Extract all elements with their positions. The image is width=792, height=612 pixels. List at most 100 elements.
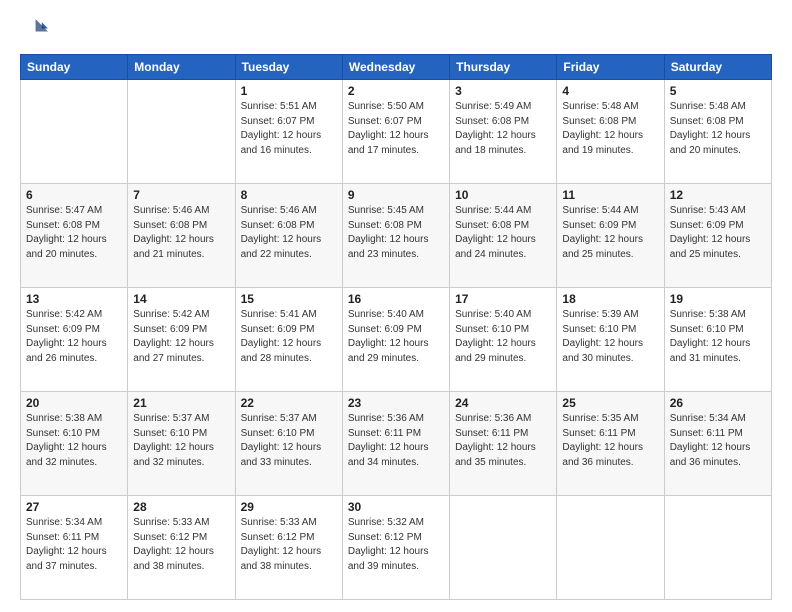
- day-info: Sunrise: 5:51 AM Sunset: 6:07 PM Dayligh…: [241, 100, 337, 158]
- day-number: 26: [670, 396, 766, 410]
- calendar-day-cell: 21Sunrise: 5:37 AM Sunset: 6:10 PM Dayli…: [128, 392, 235, 496]
- day-number: 15: [241, 292, 337, 306]
- calendar-day-cell: 16 Sunrise: 5:40 AM Sunset: 6:09 PM Dayli…: [342, 288, 449, 392]
- day-info: Sunrise: 5:42 AM Sunset: 6:09 PM Dayligh…: [26, 308, 122, 366]
- calendar-day-cell: 11 Sunrise: 5:44 AM Sunset: 6:09 PM Dayli…: [557, 184, 664, 288]
- day-number: 25: [562, 396, 658, 410]
- day-number: 18: [562, 292, 658, 306]
- day-info: Sunrise: 5:40 AM Sunset: 6:09 PM Dayligh…: [348, 308, 444, 366]
- day-of-week-header: Friday: [557, 55, 664, 80]
- calendar-day-cell: 15 Sunrise: 5:41 AM Sunset: 6:09 PM Dayli…: [235, 288, 342, 392]
- day-info: Sunrise: 5:44 AM Sunset: 6:09 PM Dayligh…: [562, 204, 658, 262]
- day-number: 23: [348, 396, 444, 410]
- day-number: 16: [348, 292, 444, 306]
- calendar-week-row: 6 Sunrise: 5:47 AM Sunset: 6:08 PM Daylig…: [21, 184, 772, 288]
- header: [20, 16, 772, 44]
- day-info: Sunrise: 5:50 AM Sunset: 6:07 PM Dayligh…: [348, 100, 444, 158]
- calendar-day-cell: 22 Sunrise: 5:37 AM Sunset: 6:10 PM Dayli…: [235, 392, 342, 496]
- day-number: 27: [26, 500, 122, 514]
- day-number: 4: [562, 84, 658, 98]
- calendar-day-cell: [128, 80, 235, 184]
- day-info: Sunrise: 5:42 AM Sunset: 6:09 PM Dayligh…: [133, 308, 229, 366]
- calendar-day-cell: 17 Sunrise: 5:40 AM Sunset: 6:10 PM Dayli…: [450, 288, 557, 392]
- day-number: 11: [562, 188, 658, 202]
- calendar-day-cell: 10Sunrise: 5:44 AM Sunset: 6:08 PM Dayli…: [450, 184, 557, 288]
- day-number: 5: [670, 84, 766, 98]
- calendar-day-cell: 18Sunrise: 5:39 AM Sunset: 6:10 PM Dayli…: [557, 288, 664, 392]
- day-number: 9: [348, 188, 444, 202]
- calendar-day-cell: 19 Sunrise: 5:38 AM Sunset: 6:10 PM Dayli…: [664, 288, 771, 392]
- header-row: SundayMondayTuesdayWednesdayThursdayFrid…: [21, 55, 772, 80]
- day-info: Sunrise: 5:37 AM Sunset: 6:10 PM Dayligh…: [133, 412, 229, 470]
- calendar-week-row: 20 Sunrise: 5:38 AM Sunset: 6:10 PM Dayli…: [21, 392, 772, 496]
- calendar-day-cell: 29 Sunrise: 5:33 AM Sunset: 6:12 PM Dayli…: [235, 496, 342, 600]
- calendar-day-cell: 9Sunrise: 5:45 AM Sunset: 6:08 PM Daylig…: [342, 184, 449, 288]
- day-of-week-header: Monday: [128, 55, 235, 80]
- day-info: Sunrise: 5:46 AM Sunset: 6:08 PM Dayligh…: [241, 204, 337, 262]
- day-info: Sunrise: 5:33 AM Sunset: 6:12 PM Dayligh…: [241, 516, 337, 574]
- day-number: 22: [241, 396, 337, 410]
- day-number: 30: [348, 500, 444, 514]
- calendar-week-row: 27 Sunrise: 5:34 AM Sunset: 6:11 PM Dayli…: [21, 496, 772, 600]
- day-info: Sunrise: 5:46 AM Sunset: 6:08 PM Dayligh…: [133, 204, 229, 262]
- calendar-week-row: 1 Sunrise: 5:51 AM Sunset: 6:07 PM Daylig…: [21, 80, 772, 184]
- day-number: 8: [241, 188, 337, 202]
- calendar-day-cell: 1 Sunrise: 5:51 AM Sunset: 6:07 PM Daylig…: [235, 80, 342, 184]
- day-info: Sunrise: 5:40 AM Sunset: 6:10 PM Dayligh…: [455, 308, 551, 366]
- calendar-day-cell: 28Sunrise: 5:33 AM Sunset: 6:12 PM Dayli…: [128, 496, 235, 600]
- calendar-week-row: 13 Sunrise: 5:42 AM Sunset: 6:09 PM Dayli…: [21, 288, 772, 392]
- calendar-day-cell: 20 Sunrise: 5:38 AM Sunset: 6:10 PM Dayli…: [21, 392, 128, 496]
- calendar-day-cell: 23 Sunrise: 5:36 AM Sunset: 6:11 PM Dayli…: [342, 392, 449, 496]
- day-info: Sunrise: 5:48 AM Sunset: 6:08 PM Dayligh…: [562, 100, 658, 158]
- day-number: 7: [133, 188, 229, 202]
- calendar-body: 1 Sunrise: 5:51 AM Sunset: 6:07 PM Daylig…: [21, 80, 772, 600]
- day-info: Sunrise: 5:35 AM Sunset: 6:11 PM Dayligh…: [562, 412, 658, 470]
- calendar-day-cell: 14 Sunrise: 5:42 AM Sunset: 6:09 PM Dayli…: [128, 288, 235, 392]
- day-info: Sunrise: 5:36 AM Sunset: 6:11 PM Dayligh…: [348, 412, 444, 470]
- day-info: Sunrise: 5:34 AM Sunset: 6:11 PM Dayligh…: [670, 412, 766, 470]
- calendar-day-cell: [557, 496, 664, 600]
- calendar-day-cell: 13 Sunrise: 5:42 AM Sunset: 6:09 PM Dayli…: [21, 288, 128, 392]
- calendar-day-cell: 12 Sunrise: 5:43 AM Sunset: 6:09 PM Dayli…: [664, 184, 771, 288]
- logo-icon: [20, 16, 48, 44]
- day-info: Sunrise: 5:32 AM Sunset: 6:12 PM Dayligh…: [348, 516, 444, 574]
- day-info: Sunrise: 5:41 AM Sunset: 6:09 PM Dayligh…: [241, 308, 337, 366]
- calendar-day-cell: 6 Sunrise: 5:47 AM Sunset: 6:08 PM Daylig…: [21, 184, 128, 288]
- day-info: Sunrise: 5:47 AM Sunset: 6:08 PM Dayligh…: [26, 204, 122, 262]
- day-info: Sunrise: 5:43 AM Sunset: 6:09 PM Dayligh…: [670, 204, 766, 262]
- day-number: 12: [670, 188, 766, 202]
- day-info: Sunrise: 5:37 AM Sunset: 6:10 PM Dayligh…: [241, 412, 337, 470]
- day-number: 20: [26, 396, 122, 410]
- calendar-day-cell: 24Sunrise: 5:36 AM Sunset: 6:11 PM Dayli…: [450, 392, 557, 496]
- day-number: 6: [26, 188, 122, 202]
- calendar-day-cell: [664, 496, 771, 600]
- calendar-day-cell: 27 Sunrise: 5:34 AM Sunset: 6:11 PM Dayli…: [21, 496, 128, 600]
- day-of-week-header: Tuesday: [235, 55, 342, 80]
- calendar-day-cell: 7 Sunrise: 5:46 AM Sunset: 6:08 PM Daylig…: [128, 184, 235, 288]
- day-of-week-header: Sunday: [21, 55, 128, 80]
- day-number: 17: [455, 292, 551, 306]
- day-number: 29: [241, 500, 337, 514]
- calendar-day-cell: 25 Sunrise: 5:35 AM Sunset: 6:11 PM Dayli…: [557, 392, 664, 496]
- day-info: Sunrise: 5:34 AM Sunset: 6:11 PM Dayligh…: [26, 516, 122, 574]
- day-number: 14: [133, 292, 229, 306]
- day-number: 10: [455, 188, 551, 202]
- day-info: Sunrise: 5:48 AM Sunset: 6:08 PM Dayligh…: [670, 100, 766, 158]
- day-number: 13: [26, 292, 122, 306]
- day-info: Sunrise: 5:49 AM Sunset: 6:08 PM Dayligh…: [455, 100, 551, 158]
- calendar-day-cell: [450, 496, 557, 600]
- day-number: 1: [241, 84, 337, 98]
- day-info: Sunrise: 5:38 AM Sunset: 6:10 PM Dayligh…: [26, 412, 122, 470]
- calendar-day-cell: 26 Sunrise: 5:34 AM Sunset: 6:11 PM Dayli…: [664, 392, 771, 496]
- day-number: 28: [133, 500, 229, 514]
- day-number: 19: [670, 292, 766, 306]
- day-of-week-header: Wednesday: [342, 55, 449, 80]
- calendar-day-cell: 3 Sunrise: 5:49 AM Sunset: 6:08 PM Daylig…: [450, 80, 557, 184]
- calendar-table: SundayMondayTuesdayWednesdayThursdayFrid…: [20, 54, 772, 600]
- day-info: Sunrise: 5:38 AM Sunset: 6:10 PM Dayligh…: [670, 308, 766, 366]
- day-number: 3: [455, 84, 551, 98]
- calendar-day-cell: 2Sunrise: 5:50 AM Sunset: 6:07 PM Daylig…: [342, 80, 449, 184]
- calendar-day-cell: [21, 80, 128, 184]
- day-number: 24: [455, 396, 551, 410]
- logo: [20, 16, 52, 44]
